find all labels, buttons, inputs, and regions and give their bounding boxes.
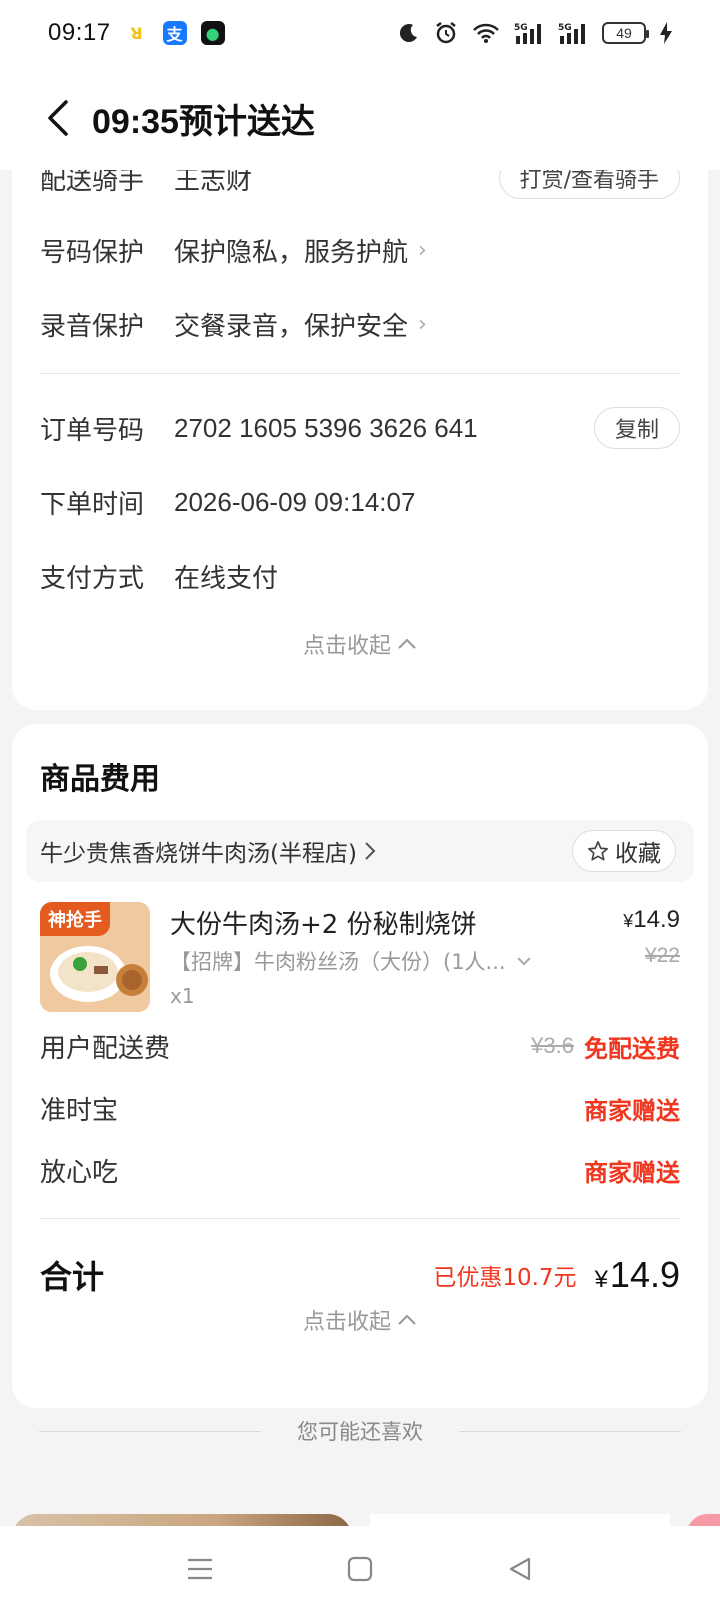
shop-bar: 牛少贵焦香烧饼牛肉汤(半程店) 收藏 <box>26 820 694 882</box>
order-time-label: 下单时间 <box>40 489 145 520</box>
item-name: 大份牛肉汤+2 份秘制烧饼 <box>170 910 477 940</box>
system-nav-bar <box>0 1526 720 1612</box>
back-arrow-icon <box>48 100 68 136</box>
chevron-right-icon: › <box>418 237 427 263</box>
saved-amount: 已优惠10.7元 <box>433 1265 577 1291</box>
divider-line <box>39 1430 261 1432</box>
item-quantity: x1 <box>170 984 195 1008</box>
safe-eat-label: 放心吃 <box>40 1157 119 1188</box>
phone-protect-label: 号码保护 <box>40 237 145 268</box>
record-protect-value: 交餐录音，保护安全 › <box>174 306 680 343</box>
ontime-label: 准时宝 <box>40 1095 119 1126</box>
notification-app-icon: ꓤ <box>124 21 149 45</box>
phone-protect-text: 保护隐私，服务护航 <box>174 237 409 268</box>
order-time-value: 2026-06-09 09:14:07 <box>174 486 416 517</box>
shop-link[interactable]: 牛少贵焦香烧饼牛肉汤(半程店) <box>40 834 377 868</box>
notification-app-icon-2: ● <box>200 21 225 45</box>
collapse-label: 点击收起 <box>302 1310 391 1335</box>
record-protect-label: 录音保护 <box>40 311 145 342</box>
item-price: ¥14.9 <box>623 906 680 934</box>
order-info-card: 配送骑手 王志财 打赏/查看骑手 号码保护 保护隐私，服务护航 › 录音保护 交餐… <box>12 150 708 710</box>
chevron-up-icon <box>398 638 416 649</box>
nav-bar: 09:35预计送达 <box>0 66 720 170</box>
currency-symbol: ¥ <box>594 1266 608 1293</box>
status-left: 09:17 ꓤ 支 ● <box>48 19 225 47</box>
star-icon <box>588 841 608 861</box>
payment-row: 支付方式 在线支付 <box>40 552 680 600</box>
divider <box>40 373 680 374</box>
record-protect-row[interactable]: 录音保护 交餐录音，保护安全 › <box>40 300 680 348</box>
signal-5g-icon: 5G <box>514 22 544 44</box>
home-button[interactable] <box>340 1549 380 1589</box>
safe-eat-row: 放心吃 商家赠送 <box>40 1150 680 1190</box>
order-number-label: 订单号码 <box>40 415 145 446</box>
back-triangle-icon <box>509 1557 531 1581</box>
total-amount-value: 14.9 <box>609 1254 680 1295</box>
battery-indicator: 49 <box>602 22 649 44</box>
fee-card: 商品费用 牛少贵焦香烧饼牛肉汤(半程店) 收藏 神抢手 大份牛肉汤+2 份秘制烧… <box>12 724 708 1408</box>
system-back-button[interactable] <box>500 1549 540 1589</box>
item-tag: 神抢手 <box>40 902 110 936</box>
total-right: 已优惠10.7元 ¥14.9 <box>433 1254 680 1296</box>
chevron-down-icon <box>516 957 531 966</box>
chevron-right-icon: › <box>418 311 427 337</box>
item-thumbnail: 神抢手 <box>40 902 150 1012</box>
divider-line <box>459 1430 681 1432</box>
item-desc-row: 【招牌】牛肉粉丝汤（大份）(1人... <box>170 946 532 976</box>
phone-protect-value: 保护隐私，服务护航 › <box>174 232 680 269</box>
currency-symbol: ¥ <box>623 911 634 931</box>
signal-5g-icon-2: 5G <box>558 22 588 44</box>
chevron-up-icon <box>398 1314 416 1325</box>
total-row: 合计 已优惠10.7元 ¥14.9 <box>40 1252 680 1298</box>
menu-icon <box>188 1558 212 1580</box>
alarm-icon <box>434 21 458 45</box>
delivery-fee-row: 用户配送费 ¥3.6 免配送费 <box>40 1026 680 1066</box>
item-desc: 【招牌】牛肉粉丝汤（大份）(1人... <box>170 950 506 974</box>
fee-section-title: 商品费用 <box>40 762 160 797</box>
moon-icon <box>398 22 420 44</box>
back-button[interactable] <box>36 96 80 140</box>
delivery-fee-label: 用户配送费 <box>40 1033 171 1064</box>
svg-text:5G: 5G <box>558 23 572 33</box>
ontime-value: 商家赠送 <box>584 1096 680 1125</box>
favorite-button[interactable]: 收藏 <box>572 830 676 872</box>
collapse-label: 点击收起 <box>302 634 391 659</box>
wifi-icon <box>472 22 500 44</box>
divider <box>40 1218 680 1219</box>
favorite-label: 收藏 <box>615 841 661 867</box>
collapse-toggle-fees[interactable]: 点击收起 <box>12 1304 708 1336</box>
delivery-fee-original: ¥3.6 <box>531 1033 574 1058</box>
charging-icon <box>660 22 672 44</box>
order-item[interactable]: 神抢手 大份牛肉汤+2 份秘制烧饼 【招牌】牛肉粉丝汤（大份）(1人... x1… <box>40 902 680 1014</box>
payment-value: 在线支付 <box>174 563 279 594</box>
order-time-row: 下单时间 2026-06-09 09:14:07 <box>40 478 680 526</box>
shop-name: 牛少贵焦香烧饼牛肉汤(半程店) <box>40 841 357 867</box>
order-number-value: 2702 1605 5396 3626 641 <box>174 412 478 443</box>
record-protect-text: 交餐录音，保护安全 <box>174 311 409 342</box>
copy-button[interactable]: 复制 <box>593 407 680 449</box>
status-time: 09:17 <box>48 19 111 46</box>
status-bar: 09:17 ꓤ 支 ● 5G 5G 49 <box>0 0 720 66</box>
page-title: 09:35预计送达 <box>92 102 315 141</box>
item-price-value: 14.9 <box>633 906 680 933</box>
delivery-fee-values: ¥3.6 免配送费 <box>531 1029 680 1064</box>
status-right: 5G 5G 49 <box>398 21 672 45</box>
recommend-header: 您可能还喜欢 <box>0 1416 720 1446</box>
collapse-toggle[interactable]: 点击收起 <box>12 628 708 660</box>
total-amount: ¥14.9 <box>595 1254 680 1296</box>
recommend-label: 您可能还喜欢 <box>297 1420 423 1444</box>
alipay-icon: 支 <box>162 21 187 45</box>
total-label: 合计 <box>40 1258 105 1296</box>
payment-label: 支付方式 <box>40 563 145 594</box>
chevron-right-icon <box>365 842 376 860</box>
order-number-row: 订单号码 2702 1605 5396 3626 641 复制 <box>40 404 680 452</box>
item-original-price: ¥22 <box>644 944 680 967</box>
phone-protect-row[interactable]: 号码保护 保护隐私，服务护航 › <box>40 226 680 274</box>
ontime-row: 准时宝 商家赠送 <box>40 1088 680 1128</box>
safe-eat-value: 商家赠送 <box>584 1158 680 1187</box>
home-square-icon <box>347 1556 373 1582</box>
delivery-fee-value: 免配送费 <box>584 1034 680 1063</box>
menu-button[interactable] <box>180 1549 220 1589</box>
svg-text:5G: 5G <box>514 23 528 33</box>
